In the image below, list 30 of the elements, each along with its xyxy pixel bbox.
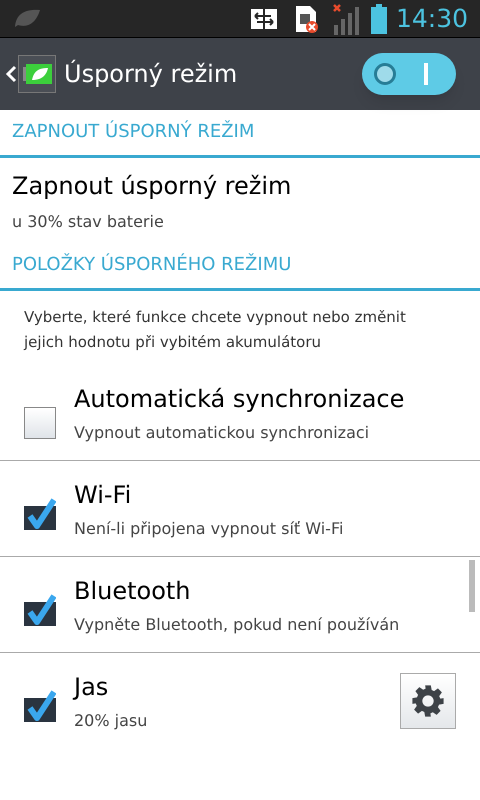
description-text: Vyberte, které funkce chcete vypnout nebo změnit jejich hodnotu při vybitém akumulátoru — [22, 307, 407, 353]
sim-card-error-icon — [294, 4, 320, 34]
back-icon — [4, 64, 18, 84]
unchecked-checkbox[interactable] — [24, 406, 56, 438]
item-subtitle: Vypnout automatickou synchronizaci — [74, 422, 370, 444]
settings-button[interactable] — [400, 673, 456, 729]
checked-checkbox[interactable] — [24, 690, 56, 722]
setting-title: Zapnout úsporný režim — [12, 170, 292, 202]
battery-leaf-icon — [18, 55, 56, 93]
battery-icon — [370, 4, 388, 34]
checked-checkbox[interactable] — [24, 594, 56, 626]
option-title: Jas — [74, 672, 110, 703]
transfer-icon — [250, 6, 278, 30]
section-header: ZAPNOUT ÚSPORNÝ REŽIM — [12, 119, 254, 144]
item-subtitle: u 30% stav baterie — [12, 210, 165, 232]
settings-icon — [411, 684, 445, 718]
signal-icon — [332, 2, 362, 34]
back-button[interactable] — [4, 55, 56, 93]
section-header: POLOŽKY ÚSPORNÉHO REŽIMU — [12, 252, 292, 277]
clock-time: 14:30 — [396, 2, 468, 35]
scrollbar — [469, 560, 475, 612]
power-saver-switch[interactable] — [362, 53, 456, 95]
option-title: Wi-Fi — [74, 480, 132, 510]
option-title: Automatická synchronizace — [74, 384, 406, 414]
checked-checkbox[interactable] — [24, 498, 56, 530]
item-subtitle: Není-li připojena vypnout síť Wi-Fi — [74, 518, 344, 540]
screen-title: Úsporný režim — [64, 58, 238, 90]
item-subtitle: 20% jasu — [74, 710, 148, 732]
item-subtitle: Vypněte Bluetooth, pokud není používán — [74, 614, 400, 636]
option-title: Bluetooth — [74, 576, 192, 606]
